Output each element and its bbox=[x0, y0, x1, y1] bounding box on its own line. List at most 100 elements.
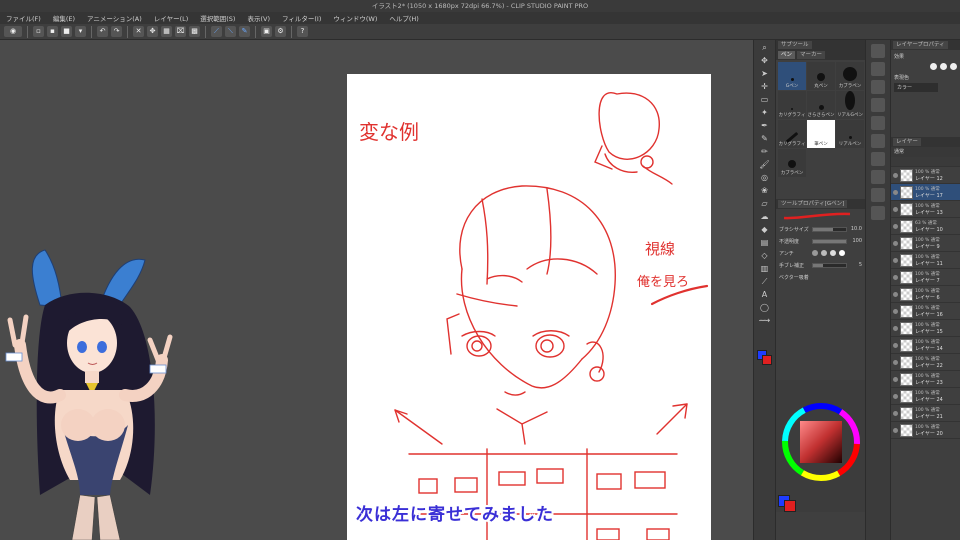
save-icon[interactable]: ■ bbox=[61, 26, 72, 37]
brush-tool-icon[interactable]: 🖌 bbox=[759, 160, 771, 170]
blend-tool-icon[interactable]: ☁ bbox=[759, 212, 771, 222]
tab-marker[interactable]: マーカー bbox=[797, 51, 826, 59]
menu-file[interactable]: ファイル(F) bbox=[6, 13, 41, 23]
material-6-icon[interactable] bbox=[871, 188, 885, 202]
new-file-icon[interactable]: ▫ bbox=[33, 26, 44, 37]
clip-studio-icon[interactable]: ◉ bbox=[4, 26, 22, 37]
navigator-icon[interactable] bbox=[871, 44, 885, 58]
decoration-icon[interactable]: ❀ bbox=[759, 186, 771, 196]
layer-row-selected[interactable]: 100 % 通常 レイヤー 17 bbox=[891, 184, 960, 201]
layer-row[interactable]: 100 % 通常 レイヤー 12 bbox=[891, 167, 960, 184]
prop-stabilization[interactable]: 手ブレ補正 5 bbox=[776, 259, 865, 271]
settings-icon[interactable]: ⚙ bbox=[275, 26, 286, 37]
text-tool-icon[interactable]: A bbox=[759, 290, 771, 300]
tab-pen[interactable]: ペン bbox=[778, 51, 796, 59]
menu-selection[interactable]: 選択範囲(S) bbox=[200, 13, 235, 23]
menu-layer[interactable]: レイヤー(L) bbox=[154, 13, 189, 23]
material-3-icon[interactable] bbox=[871, 134, 885, 148]
brush-kabura-pen[interactable]: カブラペン bbox=[836, 62, 864, 90]
select-all-icon[interactable]: ▦ bbox=[161, 26, 172, 37]
deselect-icon[interactable]: ⌧ bbox=[175, 26, 186, 37]
correct-line-icon[interactable]: ⟿ bbox=[759, 316, 771, 326]
layer-row[interactable]: 100 % 通常 レイヤー 7 bbox=[891, 269, 960, 286]
layer-row[interactable]: 100 % 通常 レイヤー 24 bbox=[891, 388, 960, 405]
figure-icon[interactable]: ◇ bbox=[759, 251, 771, 261]
layer-row[interactable]: 100 % 通常 レイヤー 21 bbox=[891, 405, 960, 422]
snap-special-icon[interactable]: ✎ bbox=[239, 26, 250, 37]
gradient-icon[interactable]: ▤ bbox=[759, 238, 771, 248]
airbrush-icon[interactable]: ◎ bbox=[759, 173, 771, 183]
prop-antialias[interactable]: アンチ bbox=[776, 247, 865, 259]
sub-color-swatch-bottom[interactable] bbox=[784, 500, 796, 512]
frame-icon[interactable]: ▥ bbox=[759, 264, 771, 274]
material-2-icon[interactable] bbox=[871, 116, 885, 130]
layer-row[interactable]: 100 % 通常 レイヤー 11 bbox=[891, 252, 960, 269]
layer-row[interactable]: 100 % 通常 レイヤー 22 bbox=[891, 354, 960, 371]
menu-help[interactable]: ヘルプ(H) bbox=[389, 13, 418, 23]
sub-view-icon[interactable] bbox=[871, 62, 885, 76]
blend-mode-select[interactable]: 通常 bbox=[891, 147, 960, 157]
layer-row[interactable]: 100 % 通常 レイヤー 15 bbox=[891, 320, 960, 337]
canvas-workarea[interactable]: 変な例 視線 俺を見ろ 次は左に寄せてみました bbox=[0, 40, 753, 540]
sub-color-swatch[interactable] bbox=[762, 355, 772, 365]
menu-window[interactable]: ウィンドウ(W) bbox=[333, 13, 377, 23]
brush-g-pen[interactable]: Gペン bbox=[778, 62, 806, 90]
brush-round-pen[interactable]: 丸ペン bbox=[807, 62, 835, 90]
pencil-tool-icon[interactable]: ✏ bbox=[759, 147, 771, 157]
color-wheel[interactable] bbox=[776, 380, 866, 490]
dropdown-icon[interactable]: ▾ bbox=[75, 26, 86, 37]
color-icon[interactable]: ▣ bbox=[261, 26, 272, 37]
prop-vector-snap[interactable]: ベクター吸着 bbox=[776, 271, 865, 283]
brush-calligraphy-2[interactable]: カリグラフィ bbox=[778, 120, 806, 148]
layer-row[interactable]: 63 % 通常 レイヤー 10 bbox=[891, 218, 960, 235]
move-tool-icon[interactable]: ✥ bbox=[759, 56, 771, 66]
clear-icon[interactable]: ✕ bbox=[133, 26, 144, 37]
selection-tool-icon[interactable]: ▭ bbox=[759, 95, 771, 105]
material-icon[interactable] bbox=[871, 98, 885, 112]
layer-move-icon[interactable]: ✛ bbox=[759, 82, 771, 92]
layer-row[interactable]: 100 % 通常 レイヤー 16 bbox=[891, 303, 960, 320]
snap-ruler-icon[interactable]: ⟋ bbox=[211, 26, 222, 37]
pen-tool-icon[interactable]: ✎ bbox=[759, 134, 771, 144]
prop-brush-size[interactable]: ブラシサイズ 10.0 bbox=[776, 223, 865, 235]
eyedropper-icon[interactable]: ✒ bbox=[759, 121, 771, 131]
undo-icon[interactable]: ↶ bbox=[97, 26, 108, 37]
eraser-icon[interactable]: ▱ bbox=[759, 199, 771, 209]
layer-row[interactable]: 100 % 通常 レイヤー 9 bbox=[891, 235, 960, 252]
material-7-icon[interactable] bbox=[871, 206, 885, 220]
snap-grid-icon[interactable]: ⟍ bbox=[225, 26, 236, 37]
open-file-icon[interactable]: ▪ bbox=[47, 26, 58, 37]
brush-calligraphy[interactable]: カリグラフィ bbox=[778, 91, 806, 119]
material-4-icon[interactable] bbox=[871, 152, 885, 166]
material-5-icon[interactable] bbox=[871, 170, 885, 184]
brush-real-g-pen[interactable]: リアルGペン bbox=[836, 91, 864, 119]
prop-opacity[interactable]: 不透明度 100 bbox=[776, 235, 865, 247]
layer-row[interactable]: 100 % 通常 レイヤー 14 bbox=[891, 337, 960, 354]
layer-row[interactable]: 100 % 通常 レイヤー 6 bbox=[891, 286, 960, 303]
transform-icon[interactable]: ✥ bbox=[147, 26, 158, 37]
menu-filter[interactable]: フィルター(I) bbox=[282, 13, 321, 23]
redo-icon[interactable]: ↷ bbox=[111, 26, 122, 37]
info-icon[interactable] bbox=[871, 80, 885, 94]
invert-icon[interactable]: ▩ bbox=[189, 26, 200, 37]
brush-smooth-pen[interactable]: さらさらペン bbox=[807, 91, 835, 119]
zoom-tool-icon[interactable]: ⌕ bbox=[759, 43, 771, 53]
layer-row[interactable]: 100 % 通常 レイヤー 20 bbox=[891, 422, 960, 439]
operation-tool-icon[interactable]: ➤ bbox=[759, 69, 771, 79]
ruler-icon[interactable]: ⟋ bbox=[759, 277, 771, 287]
menu-view[interactable]: 表示(V) bbox=[247, 13, 270, 23]
brush-fude-pen[interactable]: 筆ペン bbox=[807, 120, 835, 148]
canvas-paper[interactable]: 変な例 視線 俺を見ろ bbox=[347, 74, 711, 540]
color-expression-select[interactable]: カラー bbox=[894, 83, 938, 92]
fill-tool-icon[interactable]: ◆ bbox=[759, 225, 771, 235]
brush-kabura-pen-2[interactable]: カブラペン bbox=[778, 149, 806, 177]
layer-row[interactable]: 100 % 通常 レイヤー 23 bbox=[891, 371, 960, 388]
balloon-icon[interactable]: ◯ bbox=[759, 303, 771, 313]
auto-select-icon[interactable]: ✦ bbox=[759, 108, 771, 118]
menu-animation[interactable]: アニメーション(A) bbox=[87, 13, 142, 23]
layer-row[interactable]: 100 % 通常 レイヤー 13 bbox=[891, 201, 960, 218]
layer-list: 100 % 通常 レイヤー 12 100 % 通常 レイヤー 17 100 % 通常… bbox=[891, 167, 960, 439]
help-icon[interactable]: ? bbox=[297, 26, 308, 37]
brush-real-pen[interactable]: リアルペン bbox=[836, 120, 864, 148]
menu-edit[interactable]: 編集(E) bbox=[53, 13, 75, 23]
